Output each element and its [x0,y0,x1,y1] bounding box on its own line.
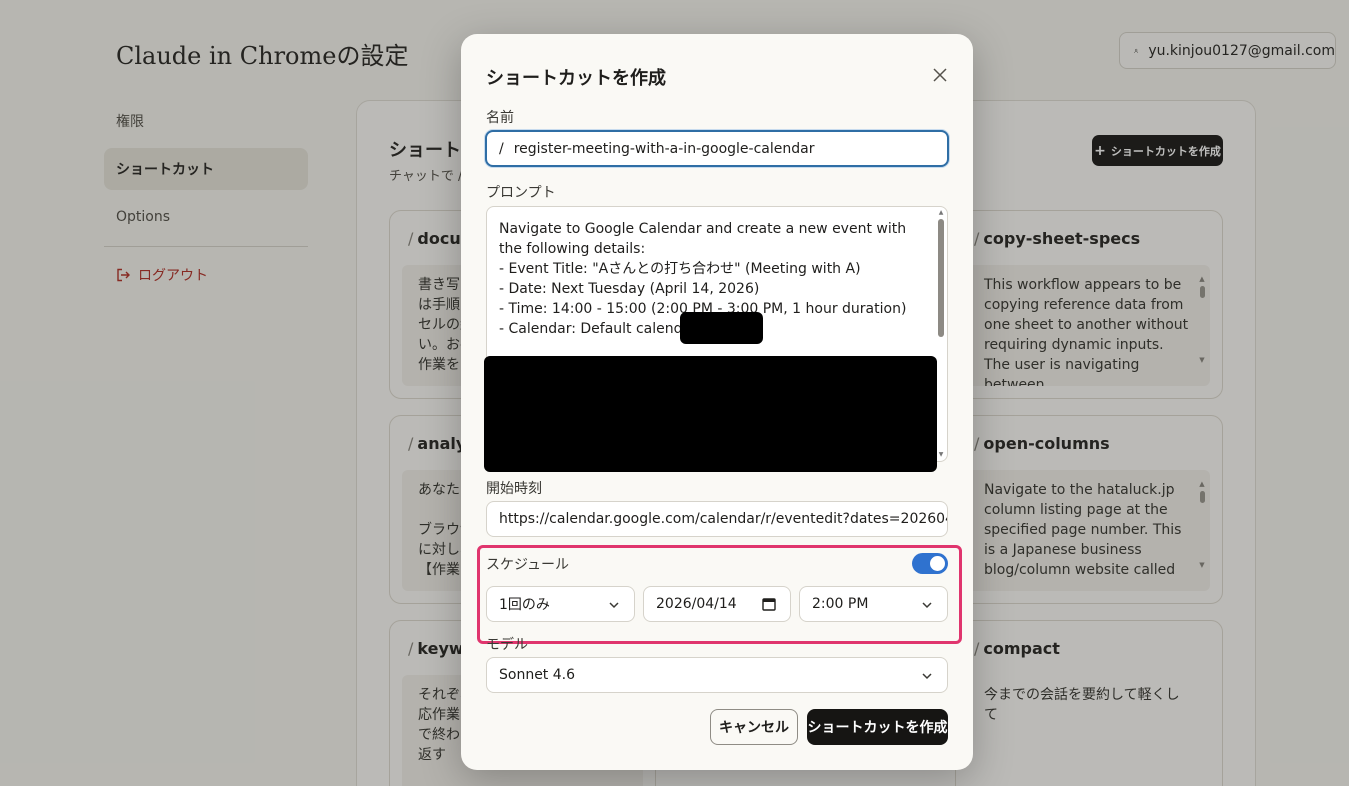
scroll-down-icon[interactable]: ▼ [937,451,945,459]
date-input[interactable]: 2026/04/14 [643,586,791,622]
create-shortcut-dialog: ショートカットを作成 名前 / register-meeting-with-a-… [461,34,973,770]
name-input[interactable]: / register-meeting-with-a-in-google-cale… [485,130,949,167]
scroll-thumb[interactable] [938,219,944,337]
time-value: 2:00 PM [812,596,869,612]
time-select[interactable]: 2:00 PM [799,586,948,622]
model-value: Sonnet 4.6 [499,667,576,683]
start-url-input[interactable]: https://calendar.google.com/calendar/r/e… [486,501,948,537]
prompt-scrollbar[interactable]: ▲ ▼ [937,209,945,459]
dialog-title: ショートカットを作成 [486,68,666,89]
date-value: 2026/04/14 [656,596,737,612]
calendar-icon[interactable] [762,597,776,611]
chevron-down-icon [922,673,932,680]
frequency-value: 1回のみ [499,597,550,613]
cancel-button[interactable]: キャンセル [710,709,798,745]
redaction-box [484,356,937,472]
close-button[interactable] [929,64,951,86]
chevron-down-icon [609,602,619,609]
model-label: モデル [486,637,528,653]
chevron-down-icon [922,602,932,609]
schedule-toggle[interactable] [912,553,948,574]
redaction-box [680,312,763,344]
close-icon [933,68,947,82]
frequency-select[interactable]: 1回のみ [486,586,635,622]
toggle-knob [930,556,945,571]
start-time-label: 開始時刻 [486,481,542,497]
model-select[interactable]: Sonnet 4.6 [486,657,948,693]
prompt-label: プロンプト [486,185,556,201]
schedule-label: スケジュール [486,557,570,573]
scroll-up-icon[interactable]: ▲ [937,209,945,217]
submit-create-button[interactable]: ショートカットを作成 [807,709,948,745]
name-label: 名前 [486,110,514,126]
name-prefix: / [499,140,504,157]
name-value: register-meeting-with-a-in-google-calend… [513,140,815,157]
